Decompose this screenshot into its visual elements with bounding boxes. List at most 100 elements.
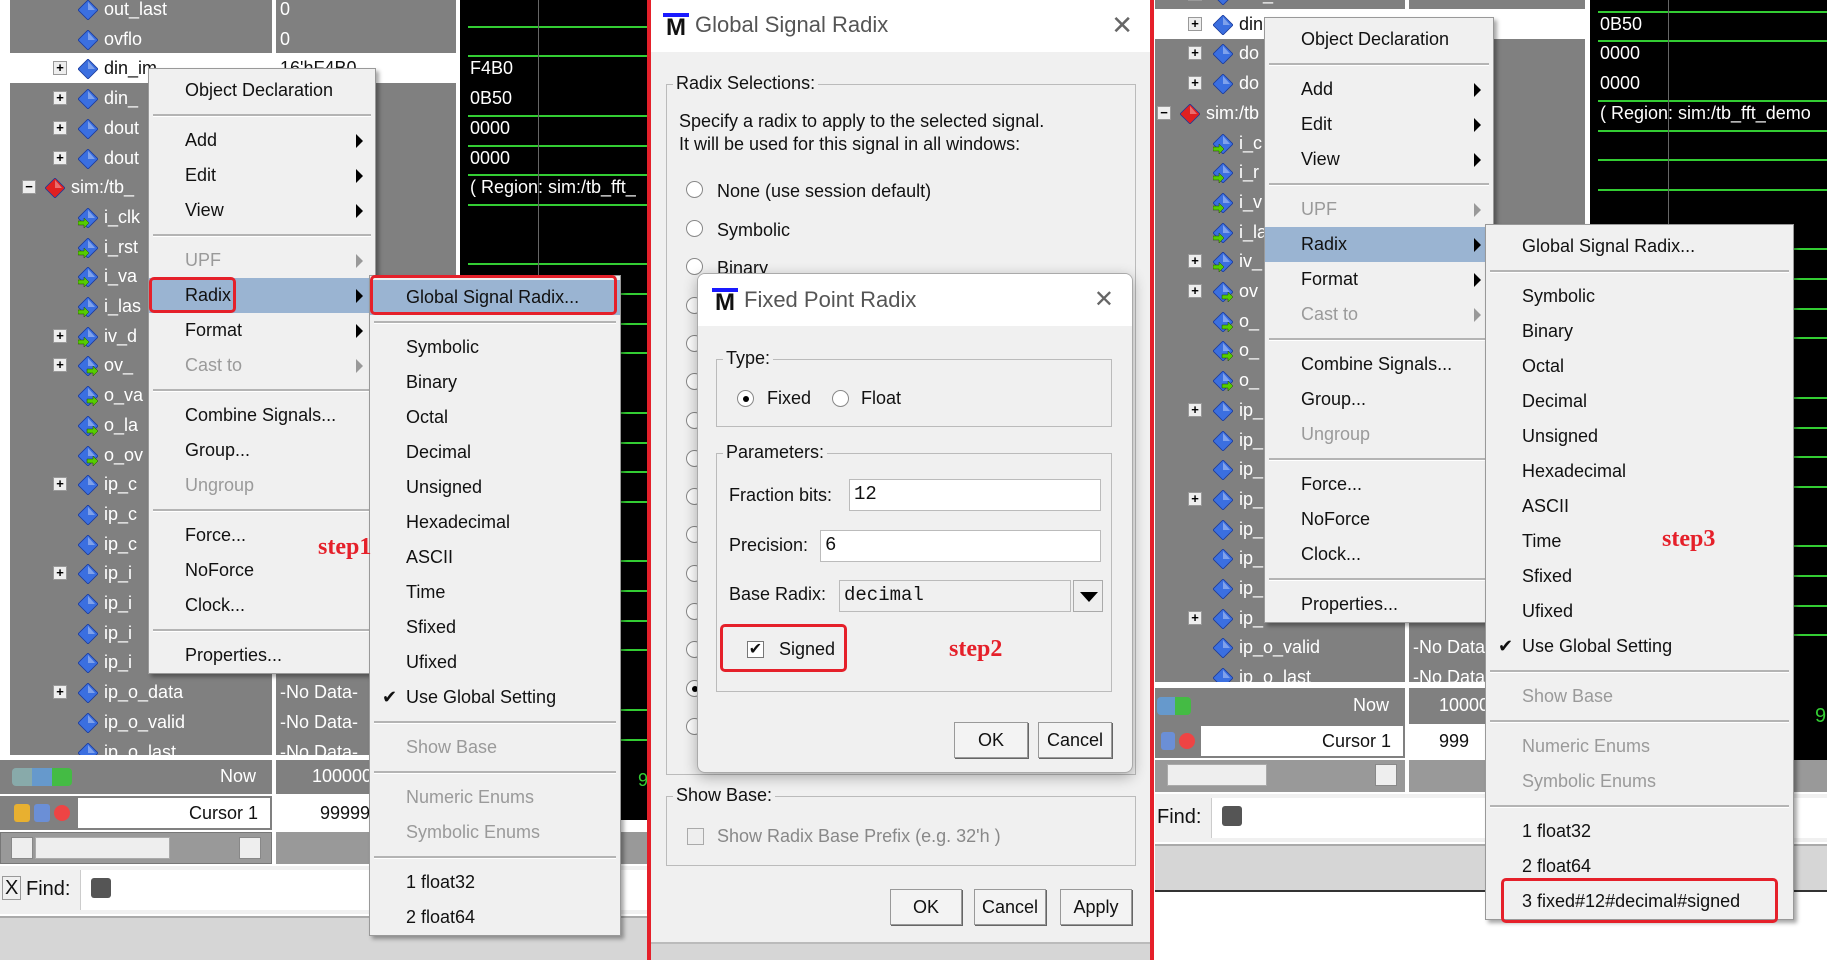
cursor-label[interactable]: Cursor 1: [78, 798, 270, 828]
global-ok-button[interactable]: OK: [890, 889, 962, 925]
menu-item-sfixed[interactable]: Sfixed: [1486, 559, 1793, 594]
menu-item-use-global-setting[interactable]: Use Global Setting ✔: [1486, 629, 1793, 664]
tree-row[interactable]: out_last: [10, 0, 272, 24]
menu-item-radix[interactable]: Radix: [1265, 227, 1493, 262]
toolbar-icons[interactable]: [1157, 697, 1191, 715]
menu-item-symbolic[interactable]: Symbolic: [370, 330, 620, 365]
menu-item-group[interactable]: Group...: [149, 433, 375, 468]
scroll-thumb[interactable]: [35, 837, 170, 859]
menu-item-add[interactable]: Add: [1265, 72, 1493, 107]
fixed-cancel-button[interactable]: Cancel: [1038, 722, 1112, 758]
menu-item-1-float32[interactable]: 1 float32: [370, 865, 620, 900]
menu-item-ascii[interactable]: ASCII: [370, 540, 620, 575]
menu-item-noforce[interactable]: NoForce: [1265, 502, 1493, 537]
menu-item-edit[interactable]: Edit: [1265, 107, 1493, 142]
expand-icon[interactable]: +: [53, 328, 67, 343]
cursor-label[interactable]: Cursor 1: [1201, 726, 1403, 756]
menu-item-object-declaration[interactable]: Object Declaration: [1265, 22, 1493, 57]
delete-cursor-icon[interactable]: [1179, 733, 1195, 749]
tree-row[interactable]: ip_o_valid: [1155, 632, 1405, 662]
collapse-icon[interactable]: −: [1157, 105, 1171, 120]
menu-item-hexadecimal[interactable]: Hexadecimal: [370, 505, 620, 540]
menu-item-format[interactable]: Format: [149, 313, 375, 348]
radio-none[interactable]: [686, 181, 703, 198]
tree-row[interactable]: + ip_o_data: [10, 677, 272, 707]
collapse-icon[interactable]: −: [22, 180, 36, 195]
menu-item-combine-signals[interactable]: Combine Signals...: [149, 398, 375, 433]
menu-item-ufixed[interactable]: Ufixed: [1486, 594, 1793, 629]
menu-item-add[interactable]: Add: [149, 123, 375, 158]
menu-item-decimal[interactable]: Decimal: [370, 435, 620, 470]
menu-item-binary[interactable]: Binary: [1486, 314, 1793, 349]
expand-icon[interactable]: +: [53, 120, 67, 135]
radio-float[interactable]: [832, 390, 849, 407]
menu-item-octal[interactable]: Octal: [1486, 349, 1793, 384]
menu-item-clock[interactable]: Clock...: [1265, 537, 1493, 572]
menu-item-edit[interactable]: Edit: [149, 158, 375, 193]
tree-row[interactable]: ip_o_valid: [10, 707, 272, 737]
expand-icon[interactable]: +: [53, 358, 67, 373]
menu-item-octal[interactable]: Octal: [370, 400, 620, 435]
menu-item-ufixed[interactable]: Ufixed: [370, 645, 620, 680]
menu-item-unsigned[interactable]: Unsigned: [1486, 419, 1793, 454]
horizontal-scrollbar[interactable]: [0, 832, 272, 864]
scroll-right-icon[interactable]: [239, 837, 261, 859]
expand-icon[interactable]: +: [53, 477, 67, 492]
lock-icon[interactable]: [14, 804, 30, 822]
expand-icon[interactable]: +: [1188, 402, 1202, 417]
scroll-thumb[interactable]: [1167, 764, 1267, 786]
menu-item-hexadecimal[interactable]: Hexadecimal: [1486, 454, 1793, 489]
menu-item-format[interactable]: Format: [1265, 262, 1493, 297]
menu-item-use-global-setting[interactable]: Use Global Setting ✔: [370, 680, 620, 715]
menu-item-properties[interactable]: Properties...: [149, 638, 375, 673]
expand-icon[interactable]: +: [1188, 610, 1202, 625]
menu-item-global-signal-radix[interactable]: Global Signal Radix...: [1486, 229, 1793, 264]
expand-icon[interactable]: +: [53, 91, 67, 106]
tree-row[interactable]: ovflo: [10, 24, 272, 54]
menu-item-time[interactable]: Time: [1486, 524, 1793, 559]
expand-icon[interactable]: +: [1188, 254, 1202, 269]
wrench-icon[interactable]: [1161, 732, 1175, 750]
menu-item-clock[interactable]: Clock...: [149, 588, 375, 623]
menu-item-unsigned[interactable]: Unsigned: [370, 470, 620, 505]
tree-row[interactable]: ip_o_last: [1155, 662, 1405, 682]
menu-item-object-declaration[interactable]: Object Declaration: [149, 73, 375, 108]
expand-icon[interactable]: +: [1188, 46, 1202, 61]
binoculars-icon[interactable]: [1222, 806, 1242, 826]
expand-icon[interactable]: +: [53, 685, 67, 700]
menu-item-1-float32[interactable]: 1 float32: [1486, 814, 1793, 849]
scroll-right-icon[interactable]: [1375, 764, 1397, 786]
binoculars-icon[interactable]: [91, 878, 111, 898]
expand-icon[interactable]: +: [53, 61, 67, 76]
menu-item-group[interactable]: Group...: [1265, 382, 1493, 417]
wrench-icon[interactable]: [34, 804, 50, 822]
tree-row[interactable]: ip_o_last: [10, 737, 272, 755]
menu-item-view[interactable]: View: [1265, 142, 1493, 177]
menu-item-force[interactable]: Force...: [1265, 467, 1493, 502]
radio-binary[interactable]: [686, 258, 703, 275]
menu-item-binary[interactable]: Binary: [370, 365, 620, 400]
menu-item-properties[interactable]: Properties...: [1265, 587, 1493, 622]
menu-item-combine-signals[interactable]: Combine Signals...: [1265, 347, 1493, 382]
base-radix-dropdown-button[interactable]: [1073, 580, 1103, 612]
radio-fixed[interactable]: [737, 390, 754, 407]
expand-icon[interactable]: +: [1188, 0, 1202, 1]
show-base-checkbox[interactable]: [687, 828, 704, 845]
close-icon[interactable]: ✕: [1111, 10, 1133, 41]
toolbar-icons[interactable]: [12, 768, 72, 786]
expand-icon[interactable]: +: [53, 566, 67, 581]
scroll-left-icon[interactable]: [11, 837, 33, 859]
close-icon[interactable]: ✕: [1094, 285, 1114, 314]
close-find-button[interactable]: X: [2, 876, 22, 900]
precision-input[interactable]: 6: [820, 530, 1101, 562]
menu-item-time[interactable]: Time: [370, 575, 620, 610]
tree-row[interactable]: + din_im: [1155, 0, 1405, 9]
delete-cursor-icon[interactable]: [54, 805, 70, 821]
global-apply-button[interactable]: Apply: [1060, 889, 1132, 925]
global-cancel-button[interactable]: Cancel: [974, 889, 1046, 925]
expand-icon[interactable]: +: [1188, 284, 1202, 298]
expand-icon[interactable]: +: [1188, 491, 1202, 506]
fraction-bits-input[interactable]: 12: [849, 479, 1101, 511]
fixed-ok-button[interactable]: OK: [954, 722, 1028, 758]
menu-item-ascii[interactable]: ASCII: [1486, 489, 1793, 524]
